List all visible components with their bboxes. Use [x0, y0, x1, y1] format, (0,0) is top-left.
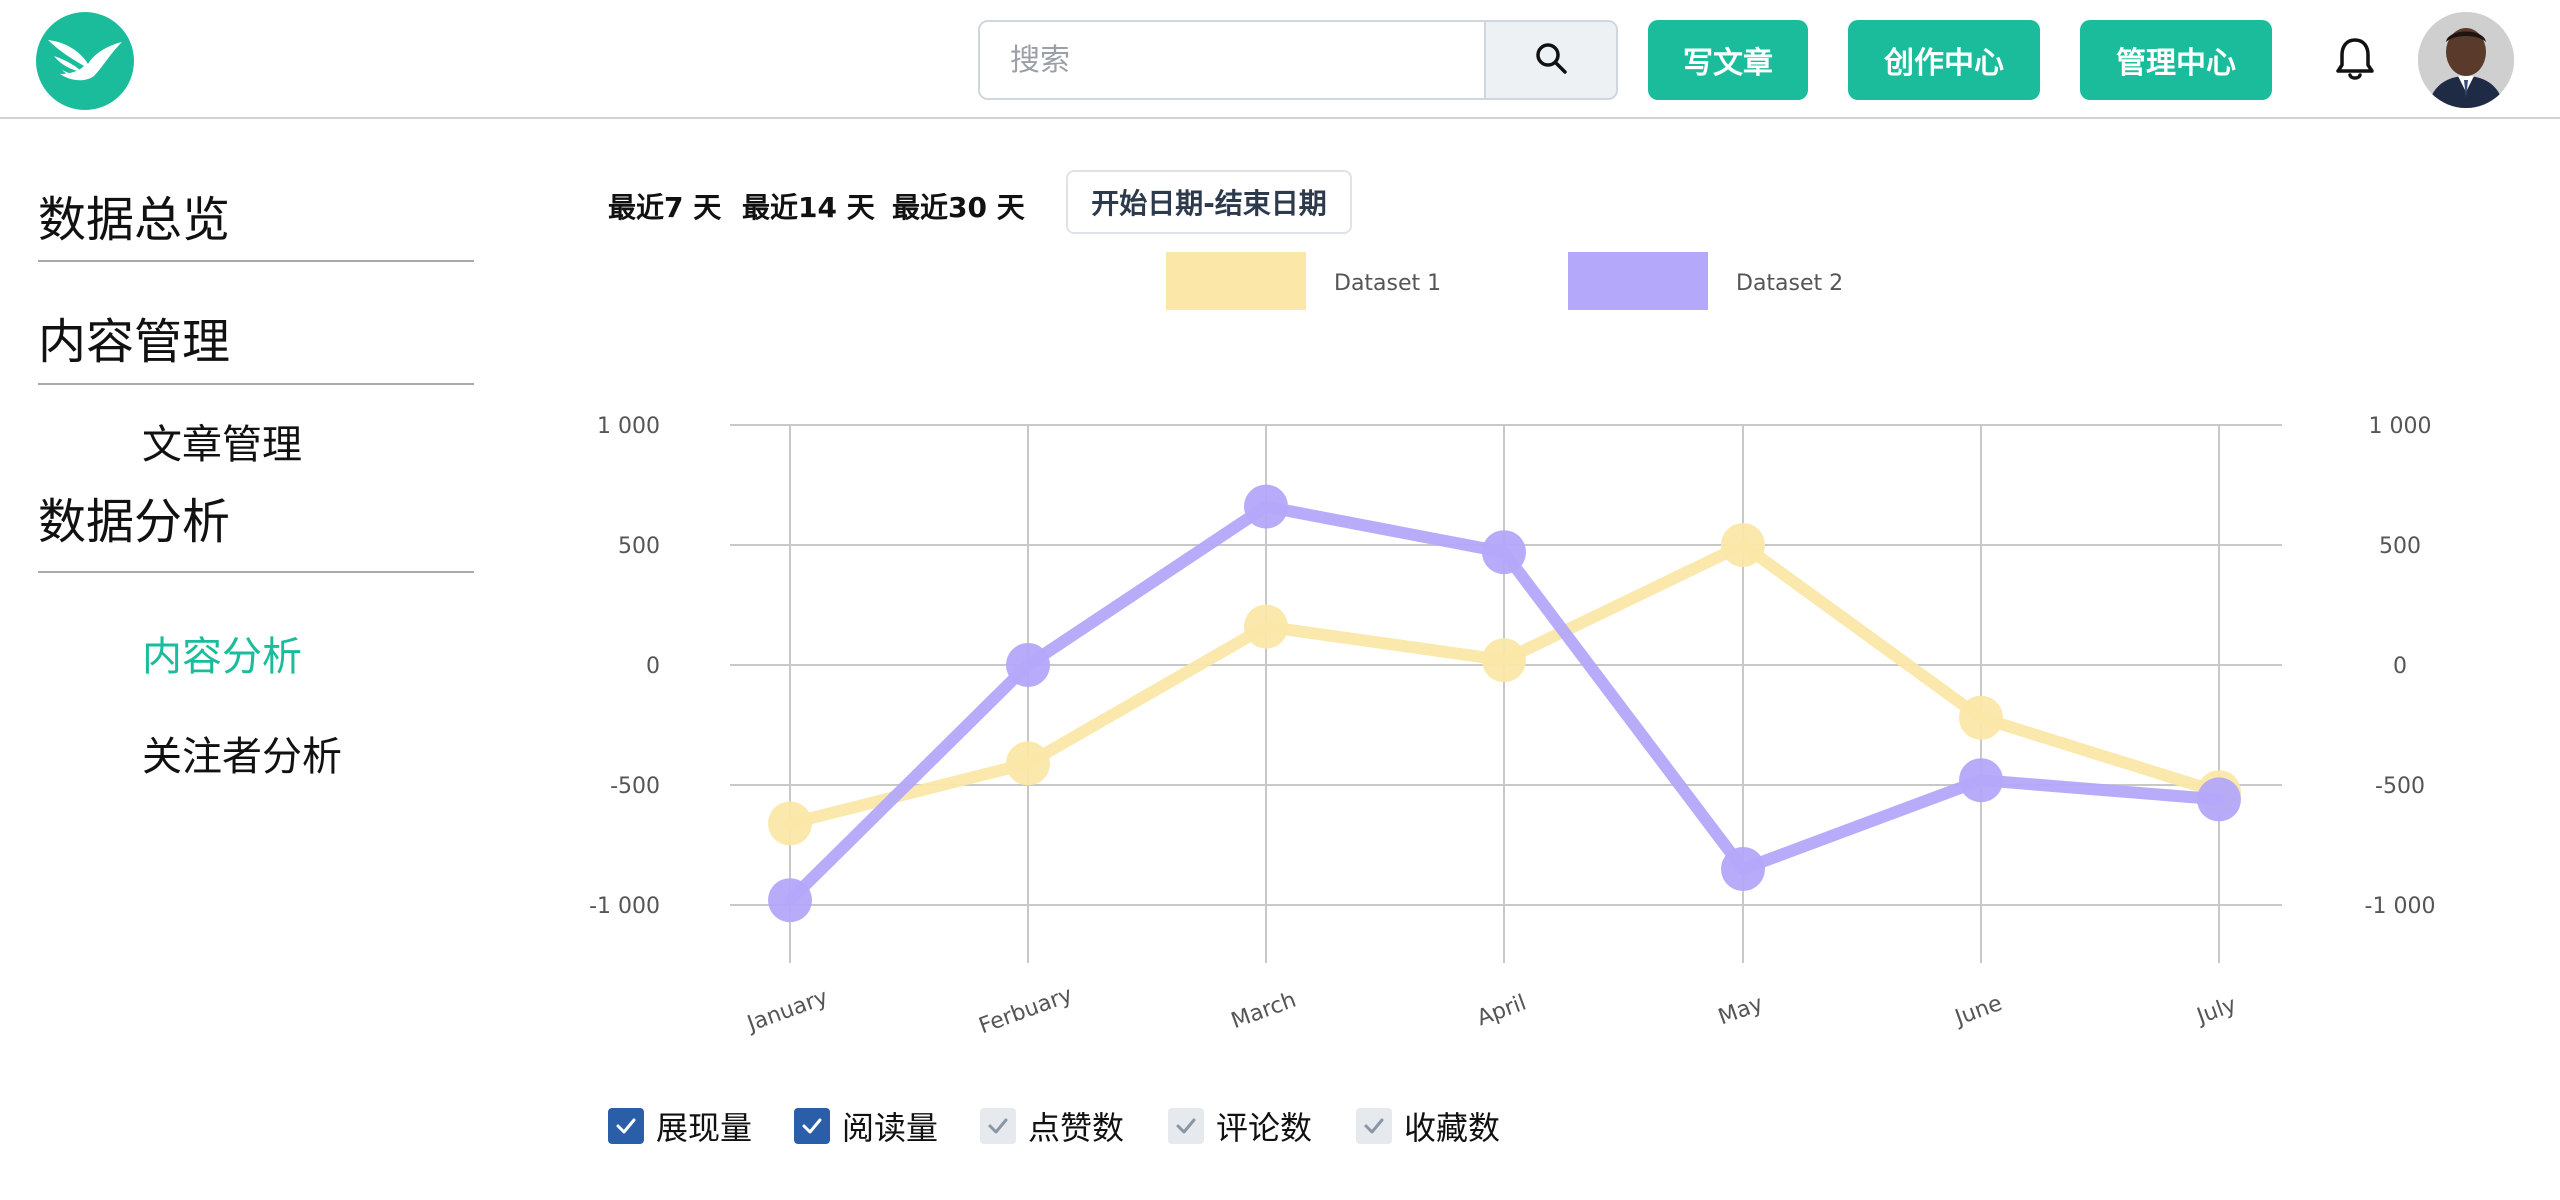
x-tick-label: Ferbuary [976, 982, 1076, 1039]
checkbox-icon[interactable] [794, 1108, 830, 1144]
data-point[interactable] [768, 801, 812, 846]
data-point[interactable] [1959, 758, 2003, 803]
range-30-days[interactable]: 最近30 天 [892, 186, 1025, 226]
sidebar-section-overview[interactable]: 数据总览 [38, 180, 230, 250]
top-header: 写文章 创作中心 管理中心 [0, 0, 2560, 119]
y-tick-label-right: 1 000 [2369, 414, 2432, 439]
data-point[interactable] [1244, 484, 1288, 529]
sidebar-section-data-analysis[interactable]: 数据分析 [38, 482, 230, 552]
x-tick-label: July [2192, 992, 2240, 1030]
metric-label: 点赞数 [1028, 1109, 1125, 1147]
legend-label[interactable]: Dataset 2 [1736, 271, 1843, 296]
line-chart: 1 000 1 000 500 500 0 0 -500 -500 -1 000 -1 000 Ja… [589, 252, 2436, 1039]
legend-swatch[interactable] [1568, 252, 1708, 310]
y-tick-label-right: -500 [2375, 774, 2425, 799]
y-tick-label-left: 0 [646, 654, 660, 679]
bell-icon[interactable] [2330, 34, 2380, 84]
sidebar-divider [38, 571, 474, 573]
checkbox-icon[interactable] [1168, 1108, 1204, 1144]
bird-logo-icon[interactable] [36, 12, 134, 110]
y-tick-label-right: 500 [2379, 534, 2421, 559]
range-7-days[interactable]: 最近7 天 [608, 186, 721, 226]
metric-checkbox[interactable]: 阅读量 [794, 1106, 939, 1147]
metric-label: 阅读量 [842, 1109, 939, 1147]
sidebar-divider [38, 260, 474, 262]
data-point[interactable] [1721, 847, 1765, 891]
write-article-button[interactable]: 写文章 [1648, 20, 1808, 100]
data-point[interactable] [1482, 638, 1526, 683]
metric-checkbox[interactable]: 展现量 [608, 1106, 753, 1147]
sidebar-section-content-management[interactable]: 内容管理 [38, 302, 230, 372]
x-tick-label: March [1228, 988, 1300, 1034]
creator-center-button[interactable]: 创作中心 [1848, 20, 2040, 100]
y-tick-label-right: 0 [2393, 654, 2407, 679]
metric-label: 评论数 [1216, 1109, 1313, 1147]
sidebar-item-follower-analysis[interactable]: 关注者分析 [142, 724, 342, 782]
x-tick-label: June [1950, 991, 2005, 1032]
y-tick-label-left: -1 000 [589, 894, 660, 919]
data-point[interactable] [1006, 741, 1050, 786]
search-button[interactable] [1484, 22, 1616, 98]
sidebar-item-content-analysis[interactable]: 内容分析 [142, 624, 302, 682]
data-point[interactable] [768, 878, 812, 923]
date-range-picker-button[interactable]: 开始日期-结束日期 [1066, 170, 1352, 234]
data-point[interactable] [2197, 777, 2241, 822]
data-point[interactable] [1482, 530, 1526, 575]
management-center-button[interactable]: 管理中心 [2080, 20, 2272, 100]
metric-label: 展现量 [656, 1109, 753, 1147]
x-tick-label: January [742, 985, 831, 1038]
data-point[interactable] [1244, 604, 1288, 649]
y-tick-label-left: 1 000 [597, 414, 660, 439]
search-icon [1534, 41, 1568, 79]
search-bar [978, 20, 1618, 100]
metric-checkbox[interactable]: 点赞数 [980, 1106, 1125, 1147]
data-point[interactable] [1006, 643, 1050, 687]
legend-swatch[interactable] [1166, 252, 1306, 310]
sidebar-divider [38, 383, 474, 385]
y-tick-label-left: 500 [618, 534, 660, 559]
search-input[interactable] [980, 22, 1484, 98]
metric-checkbox[interactable]: 评论数 [1168, 1106, 1313, 1147]
sidebar-item-article-management[interactable]: 文章管理 [142, 412, 302, 470]
checkbox-icon[interactable] [1356, 1108, 1392, 1144]
legend-label[interactable]: Dataset 1 [1334, 271, 1441, 296]
y-tick-label-left: -500 [610, 774, 660, 799]
x-tick-label: May [1715, 991, 1766, 1030]
range-14-days[interactable]: 最近14 天 [742, 186, 875, 226]
x-tick-label: April [1474, 991, 1530, 1032]
metric-checkbox[interactable]: 收藏数 [1356, 1106, 1501, 1147]
user-avatar[interactable] [2418, 12, 2514, 108]
metric-label: 收藏数 [1404, 1109, 1501, 1147]
checkbox-icon[interactable] [608, 1108, 644, 1144]
data-point[interactable] [1721, 523, 1765, 567]
y-tick-label-right: -1 000 [2365, 894, 2436, 919]
data-point[interactable] [1959, 695, 2003, 740]
checkbox-icon[interactable] [980, 1108, 1016, 1144]
